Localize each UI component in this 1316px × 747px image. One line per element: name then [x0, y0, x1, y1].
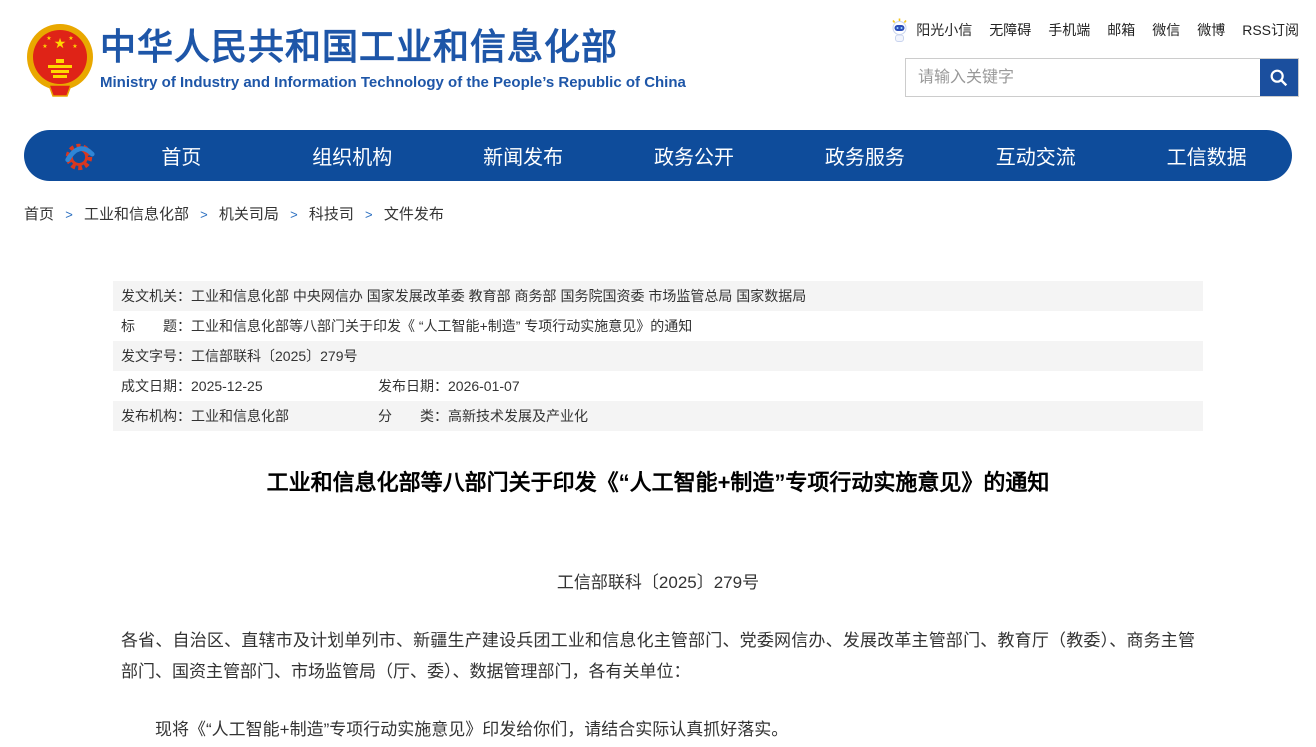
meta-label: 发文字号： [121, 341, 191, 371]
document-meta-table: 发文机关： 工业和信息化部 中央网信办 国家发展改革委 教育部 商务部 国务院国… [113, 281, 1203, 431]
svg-text:★: ★ [42, 43, 47, 50]
article-paragraph-addressees: 各省、自治区、直辖市及计划单列市、新疆生产建设兵团工业和信息化主管部门、党委网信… [121, 625, 1195, 687]
nav-item-news[interactable]: 新闻发布 [438, 141, 609, 170]
meta-row-publisher-category: 发布机构： 工业和信息化部 分 类： 高新技术发展及产业化 [113, 401, 1203, 431]
nav-item-miit-data[interactable]: 工信数据 [1121, 141, 1292, 170]
mascot-icon [889, 18, 910, 42]
svg-text:★: ★ [72, 43, 77, 50]
meta-cell-publish-date: 发布日期： 2026-01-07 [378, 371, 520, 401]
nav-item-home[interactable]: 首页 [96, 141, 267, 170]
meta-cell-category: 分 类： 高新技术发展及产业化 [378, 401, 588, 431]
meta-value: 工业和信息化部 [191, 401, 289, 431]
search-icon [1268, 67, 1290, 89]
site-title: 中华人民共和国工业和信息化部 [100, 27, 686, 67]
main-nav: 首页 组织机构 新闻发布 政务公开 政务服务 互动交流 工信数据 [24, 130, 1292, 181]
miit-logo-icon [62, 139, 96, 173]
nav-item-gov-services[interactable]: 政务服务 [779, 141, 950, 170]
meta-label: 发布日期： [378, 371, 448, 401]
meta-value: 2026-01-07 [448, 371, 520, 401]
site-header: ★ ★ ★ ★ ★ 中华人民共和国工业和信息化部 Ministry of Ind… [0, 0, 1316, 120]
breadcrumb: 首页 > 工业和信息化部 > 机关司局 > 科技司 > 文件发布 [24, 203, 1316, 224]
national-emblem-icon: ★ ★ ★ ★ ★ [25, 21, 95, 99]
article-paragraph-body: 现将《“人工智能+制造”专项行动实施意见》印发给你们，请结合实际认真抓好落实。 [121, 714, 1195, 745]
meta-label: 发文机关： [121, 281, 191, 311]
meta-row-doc-number: 发文字号： 工信部联科〔2025〕279号 [113, 341, 1203, 371]
quick-link-mail[interactable]: 邮箱 [1107, 20, 1135, 40]
breadcrumb-home[interactable]: 首页 [24, 206, 54, 223]
header-right: 阳光小信 无障碍 手机端 邮箱 微信 微博 RSS订阅 [889, 18, 1299, 97]
quick-links: 阳光小信 无障碍 手机端 邮箱 微信 微博 RSS订阅 [889, 18, 1299, 42]
quick-link-weibo[interactable]: 微博 [1197, 20, 1225, 40]
breadcrumb-separator: > [200, 207, 208, 222]
breadcrumb-separator: > [65, 207, 73, 222]
quick-link-sunshine-xiaoxin[interactable]: 阳光小信 [916, 20, 972, 40]
quick-link-wechat[interactable]: 微信 [1152, 20, 1180, 40]
meta-label: 发布机构： [121, 401, 191, 431]
meta-label: 标 题： [121, 311, 191, 341]
meta-cell-written-date: 成文日期： 2025-12-25 [121, 371, 378, 401]
meta-cell-publisher: 发布机构： 工业和信息化部 [121, 401, 378, 431]
meta-value: 工业和信息化部 中央网信办 国家发展改革委 教育部 商务部 国务院国资委 市场监… [191, 281, 806, 311]
nav-item-interaction[interactable]: 互动交流 [950, 141, 1121, 170]
search-button[interactable] [1260, 59, 1298, 96]
meta-value: 工信部联科〔2025〕279号 [191, 341, 358, 371]
site-subtitle: Ministry of Industry and Information Tec… [100, 74, 686, 91]
meta-row-title: 标 题： 工业和信息化部等八部门关于印发《 “人工智能+制造” 专项行动实施意见… [113, 311, 1203, 341]
meta-value: 高新技术发展及产业化 [448, 401, 588, 431]
breadcrumb-departments[interactable]: 机关司局 [219, 206, 279, 223]
article-title: 工业和信息化部等八部门关于印发《“人工智能+制造”专项行动实施意见》的通知 [113, 468, 1203, 498]
breadcrumb-document-release[interactable]: 文件发布 [384, 206, 444, 223]
breadcrumb-science-tech[interactable]: 科技司 [309, 206, 354, 223]
breadcrumb-separator: > [290, 207, 298, 222]
svg-text:★: ★ [54, 35, 67, 51]
site-brand[interactable]: 中华人民共和国工业和信息化部 Ministry of Industry and … [100, 27, 686, 91]
search-bar [905, 58, 1299, 97]
article-doc-number: 工信部联科〔2025〕279号 [113, 568, 1203, 593]
meta-value: 2025-12-25 [191, 371, 263, 401]
meta-value: 工业和信息化部等八部门关于印发《 “人工智能+制造” 专项行动实施意见》的通知 [191, 311, 692, 341]
search-input[interactable] [906, 59, 1260, 96]
svg-text:★: ★ [68, 35, 73, 42]
breadcrumb-miit[interactable]: 工业和信息化部 [84, 206, 189, 223]
meta-label: 成文日期： [121, 371, 191, 401]
meta-label: 分 类： [378, 401, 448, 431]
nav-item-organization[interactable]: 组织机构 [267, 141, 438, 170]
nav-item-gov-disclosure[interactable]: 政务公开 [609, 141, 780, 170]
quick-link-accessibility[interactable]: 无障碍 [989, 20, 1031, 40]
document-content: 发文机关： 工业和信息化部 中央网信办 国家发展改革委 教育部 商务部 国务院国… [113, 281, 1203, 745]
breadcrumb-separator: > [365, 207, 373, 222]
svg-text:★: ★ [46, 35, 51, 42]
quick-link-rss[interactable]: RSS订阅 [1242, 20, 1299, 40]
meta-row-dates: 成文日期： 2025-12-25 发布日期： 2026-01-07 [113, 371, 1203, 401]
quick-link-mobile[interactable]: 手机端 [1048, 20, 1090, 40]
meta-row-issuing-authority: 发文机关： 工业和信息化部 中央网信办 国家发展改革委 教育部 商务部 国务院国… [113, 281, 1203, 311]
